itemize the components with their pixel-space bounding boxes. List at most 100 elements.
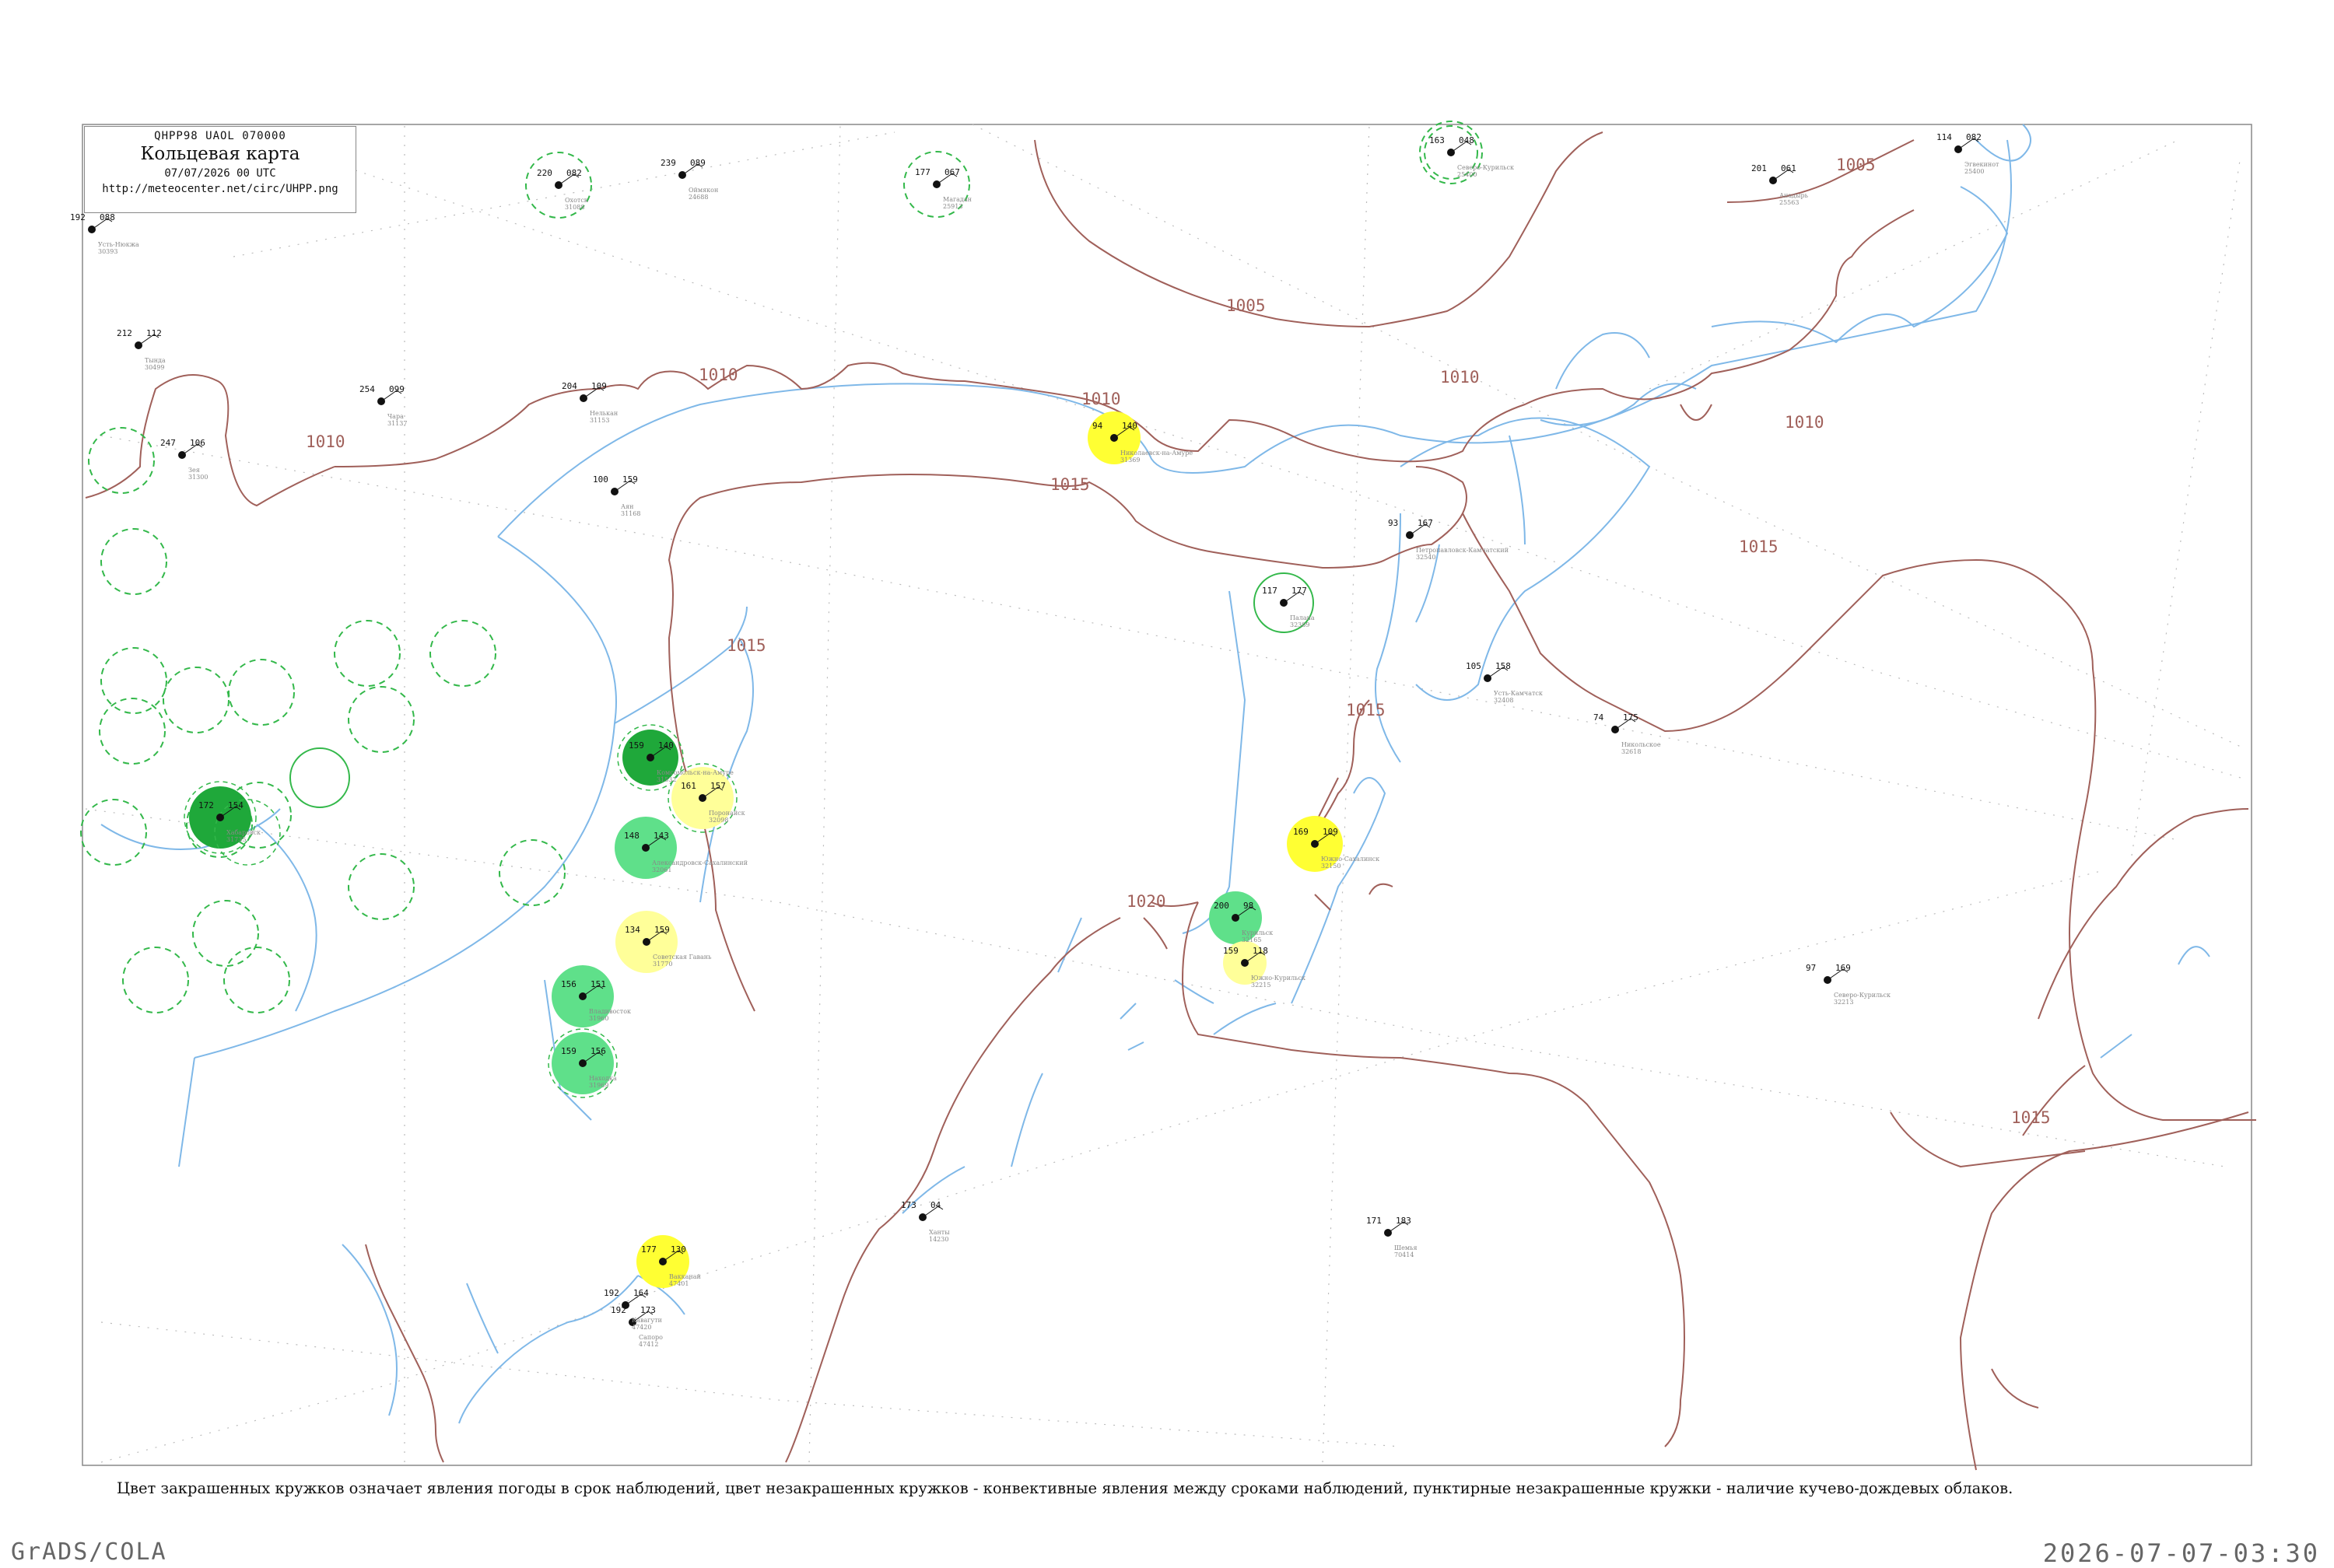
station-name: Находка: [589, 1075, 617, 1082]
station-name: Петропавловск-Камчатский: [1416, 547, 1509, 554]
station-index: 14230: [929, 1236, 948, 1243]
station-name: Кавагути: [632, 1317, 662, 1324]
station-temperature: 159: [1223, 946, 1239, 956]
station-pressure: 140: [1122, 421, 1137, 431]
station-pressure: 159: [622, 474, 638, 485]
station-index: 32540: [1416, 554, 1435, 561]
cb-cloud-circle: [223, 947, 290, 1013]
station-name: Анадырь: [1779, 192, 1809, 199]
station-name: Палана: [1290, 614, 1315, 621]
isobar-label: 1015: [1050, 475, 1090, 494]
station-name: Усть-Камчатск: [1494, 690, 1543, 697]
station-pressure: 106: [190, 438, 205, 448]
cb-cloud-circle: [228, 659, 295, 726]
station-pressure: 158: [1495, 661, 1511, 671]
station-pressure: 169: [1835, 963, 1851, 973]
station-temperature: 192: [604, 1288, 619, 1298]
station-temperature: 201: [1751, 163, 1767, 173]
cb-cloud-circle: [334, 620, 401, 687]
cb-cloud-circle: [499, 839, 566, 906]
station-temperature: 192: [70, 212, 86, 222]
station-name: Зея: [188, 467, 200, 474]
isobar-label: 1015: [1739, 537, 1779, 556]
station-name: Тында: [145, 357, 166, 364]
synoptic-map: 1005 1005 1010 1010 1010 1010 1010 1015 …: [70, 121, 2256, 1471]
station-index: 31969: [589, 1082, 608, 1089]
station-temperature: 163: [1429, 135, 1445, 145]
station-index: 32213: [1834, 999, 1853, 1006]
map-legend: QHPP98 UAOL 070000 Кольцевая карта 07/07…: [84, 126, 356, 213]
cb-cloud-circle: [88, 427, 155, 494]
station-temperature: 212: [117, 328, 132, 338]
map-title: Кольцевая карта: [140, 144, 300, 164]
station-index: 32389: [1290, 621, 1309, 628]
station-index: 32215: [1251, 982, 1270, 989]
station-name: Никольское: [1621, 741, 1661, 748]
station-name: Вакканай: [669, 1273, 701, 1280]
station-name: Чара: [387, 413, 404, 420]
station-plot: 177 067 Магадан25913: [915, 167, 972, 210]
station-name: Шемья: [1394, 1244, 1418, 1251]
map-caption: Цвет закрашенных кружков означает явлени…: [117, 1479, 2013, 1497]
station-temperature: 220: [537, 168, 552, 178]
station-temperature: 200: [1214, 901, 1229, 911]
station-temperature: 117: [1262, 586, 1277, 596]
station-plot: 74 175 Никольское32618: [1593, 712, 1661, 755]
station-pressure: 130: [671, 1244, 686, 1255]
station-plot: 97 169 Северо-Курильск32213: [1806, 963, 1891, 1006]
station-temperature: 97: [1806, 963, 1816, 973]
station-plot: 204 109 Нелькан31153: [562, 381, 618, 424]
station-name: Ханты: [929, 1229, 950, 1236]
station-temperature: 114: [1936, 132, 1952, 142]
station-pressure: 157: [710, 781, 726, 791]
station-name: Комсомольск-на-Амуре: [657, 769, 734, 776]
station-temperature: 134: [625, 925, 640, 935]
station-plot: 247 106 Зея31300: [160, 438, 208, 481]
map-frame: [82, 124, 2252, 1466]
station-name: Курильск: [1242, 929, 1273, 936]
station-pressure: 167: [1418, 518, 1433, 528]
station-pressure: 089: [690, 158, 706, 168]
station-name: Поронайск: [709, 810, 745, 817]
station-temperature: 247: [160, 438, 176, 448]
station-plot: 239 089 Оймякон24688: [661, 158, 718, 201]
station-plot: 163 048 Северо-Курильск25400: [1429, 135, 1514, 178]
station-temperature: 93: [1388, 518, 1398, 528]
station-name: Северо-Курильск: [1457, 164, 1514, 171]
station-pressure: 048: [1459, 135, 1474, 145]
station-name: Советская Гавань: [653, 954, 712, 961]
station-index: 31088: [565, 204, 584, 211]
station-temperature: 156: [561, 979, 576, 989]
station-index: 31300: [188, 474, 208, 481]
station-pressure: 175: [1623, 712, 1638, 723]
cb-cloud-circle: [100, 528, 167, 595]
station-pressure: 118: [1253, 946, 1268, 956]
station-index: 32408: [1494, 697, 1513, 704]
station-plot: 117 177 Палана32389: [1262, 586, 1315, 628]
station-index: 47412: [639, 1341, 658, 1348]
footer-timestamp: 2026-07-07-03:30: [2042, 1538, 2320, 1568]
station-pressure: 164: [633, 1288, 649, 1298]
station-pressure: 183: [1396, 1216, 1411, 1226]
station-temperature: 239: [661, 158, 676, 168]
map-url[interactable]: http://meteocenter.net/circ/UHPP.png: [85, 183, 356, 195]
station-plot: 100 159 Аян31168: [593, 474, 640, 517]
station-temperature: 148: [624, 831, 640, 841]
station-name: Владивосток: [589, 1008, 631, 1015]
station-pressure: 173: [640, 1305, 656, 1315]
station-index: 32618: [1621, 748, 1641, 755]
cb-cloud-circle: [348, 853, 415, 920]
station-index: 31735: [226, 836, 246, 843]
station-pressure: 112: [146, 328, 162, 338]
station-temperature: 105: [1466, 661, 1481, 671]
station-pressure: 154: [228, 800, 244, 810]
bulletin-code: QHPP98 UAOL 070000: [154, 130, 286, 142]
station-temperature: 173: [901, 1200, 916, 1210]
station-index: 32165: [1242, 936, 1261, 943]
isobar-label: 1010: [1785, 413, 1824, 432]
station-name: Охотск: [565, 197, 588, 204]
cb-cloud-circle: [192, 900, 259, 967]
isobar-label: 1010: [699, 366, 738, 384]
station-index: 24688: [689, 194, 708, 201]
isobar-label: 1015: [727, 636, 766, 655]
